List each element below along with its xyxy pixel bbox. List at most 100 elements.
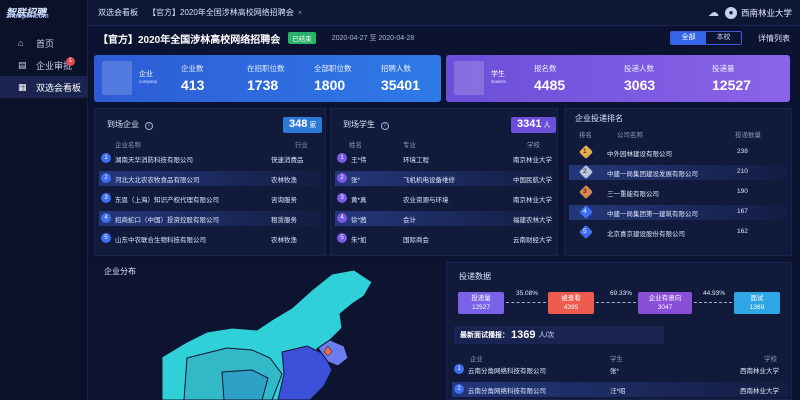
table-row[interactable]: 2 河北大北农农牧食品有限公司 农林牧渔 bbox=[99, 171, 321, 186]
company-name: 中建一局集团建设发展有限公司 bbox=[607, 171, 698, 178]
student-name: 王*伟 bbox=[351, 157, 367, 164]
table-row[interactable]: 1 云南分角网络科技有限公司 张* 西南林业大学 bbox=[452, 362, 788, 377]
funnel-step-interview[interactable]: 面试 1369 bbox=[734, 292, 780, 314]
user-name[interactable]: 西南林业大学 bbox=[741, 7, 792, 19]
tab-label: 【官方】2020年全国涉林高校网络招聘会 bbox=[148, 8, 294, 17]
latest-label: 最新面试播报： bbox=[460, 332, 509, 339]
close-icon[interactable]: × bbox=[298, 8, 303, 17]
col-header: 企业名称 bbox=[115, 142, 141, 149]
stat-label: 在招职位数 bbox=[247, 64, 285, 73]
conversion-rate: 44.93% bbox=[703, 290, 726, 297]
page-header: 【官方】2020年全国涉林高校网络招聘会 已结束 2020-04-27 至 20… bbox=[92, 28, 796, 48]
sidebar-item-dashboard[interactable]: ▦ 双选会看板 bbox=[0, 76, 88, 98]
scope-school-button[interactable]: 本校 bbox=[706, 32, 741, 44]
table-row[interactable]: 4 中建一局集团第一建筑有限公司 167 bbox=[569, 204, 787, 220]
industry: 快速消费品 bbox=[271, 157, 304, 164]
tab-label: 双选会看板 bbox=[98, 8, 138, 17]
delivery-count: 238 bbox=[737, 148, 748, 155]
student-name: 汪*昭 bbox=[610, 388, 626, 395]
industry: 农林牧渔 bbox=[271, 177, 297, 184]
student-name: 徐*茜 bbox=[351, 217, 367, 224]
dashboard-icon: ▦ bbox=[18, 81, 27, 92]
delivery-ranking-panel: 企业投递排名 排名 公司名称 投递数量 1 中外园林建设有限公司 238 2 中建一局… bbox=[564, 108, 792, 256]
table-row[interactable]: 3 三一重能有限公司 190 bbox=[569, 184, 787, 200]
company-name: 湖南天华消防科技有限公司 bbox=[115, 157, 193, 164]
scope-all-button[interactable]: 全部 bbox=[671, 32, 706, 44]
stat-value: 4485 bbox=[534, 77, 566, 93]
sidebar-item-home[interactable]: ⌂ 首页 bbox=[0, 32, 88, 54]
company-name: 云南分角网络科技有限公司 bbox=[468, 368, 546, 375]
company-name: 中建一局集团第一建筑有限公司 bbox=[607, 211, 698, 218]
topbar: 双选会看板 【官方】2020年全国涉林高校网络招聘会 × ☁ ● 西南林业大学 bbox=[88, 0, 800, 26]
stat-open-positions: 在招职位数 1738 bbox=[247, 63, 285, 93]
panel-title-text: 到场企业 bbox=[107, 120, 139, 129]
logo[interactable]: 智联招聘 zhaopin.com bbox=[6, 4, 84, 24]
major: 飞机机电设备维修 bbox=[403, 177, 455, 184]
row-number: 5 bbox=[101, 233, 111, 243]
funnel-step-viewed[interactable]: 被查看 4395 bbox=[548, 292, 594, 314]
table-row[interactable]: 1 湖南天华消防科技有限公司 快速消费品 bbox=[99, 151, 321, 166]
sidebar-item-label: 首页 bbox=[36, 38, 55, 49]
col-header: 姓名 bbox=[349, 142, 362, 149]
company-name: 云南分角网络科技有限公司 bbox=[468, 388, 546, 395]
table-row[interactable]: 2 云南分角网络科技有限公司 汪*昭 西南林业大学 bbox=[452, 382, 788, 397]
row-number: 2 bbox=[101, 173, 111, 183]
home-icon: ⌂ bbox=[18, 38, 24, 48]
china-map[interactable] bbox=[92, 262, 442, 400]
student-name: 张* bbox=[351, 177, 361, 184]
funnel-label: 投递量 bbox=[471, 295, 491, 302]
info-icon[interactable]: i bbox=[145, 122, 153, 130]
row-number: 2 bbox=[454, 384, 464, 394]
status-badge: 已结束 bbox=[288, 32, 316, 44]
table-row[interactable]: 3 黄*真 农业资源与环境 南京林业大学 bbox=[335, 191, 553, 206]
rank-number: 1 bbox=[583, 148, 587, 155]
table-row[interactable]: 5 山东中农联合生物科技有限公司 农林牧渔 bbox=[99, 231, 321, 246]
table-row[interactable]: 5 北京喜京建设股份有限公司 162 bbox=[569, 224, 787, 240]
table-row[interactable]: 3 东恩（上海）知识产权代理有限公司 咨询服务 bbox=[99, 191, 321, 206]
card-sublabel: company bbox=[139, 79, 158, 84]
funnel-step-applications[interactable]: 投递量 12527 bbox=[458, 292, 504, 314]
sidebar-item-label: 双选会看板 bbox=[36, 82, 82, 93]
count-unit: 家 bbox=[309, 122, 317, 129]
cloud-download-icon[interactable]: ☁ bbox=[708, 6, 719, 19]
stat-company-count: 企业数 413 bbox=[181, 63, 204, 93]
rank-number: 3 bbox=[583, 188, 587, 195]
delivery-count: 210 bbox=[737, 168, 748, 175]
industry: 农林牧渔 bbox=[271, 237, 297, 244]
row-number: 1 bbox=[101, 153, 111, 163]
panel-title: 投递数据 bbox=[459, 272, 491, 281]
table-row[interactable]: 1 中外园林建设有限公司 238 bbox=[569, 144, 787, 160]
logo-sub: zhaopin.com bbox=[6, 13, 49, 20]
stat-registrations: 报名数 4485 bbox=[534, 63, 565, 93]
arrived-students-panel: 到场学生 i 3341 人 姓名 专业 学校 1 王*伟 环境工程 南京林业大学 2 张* 飞… bbox=[330, 108, 558, 256]
school: 西南林业大学 bbox=[740, 368, 779, 375]
table-row[interactable]: 5 朱*如 国际商会 云南财经大学 bbox=[335, 231, 553, 246]
stat-label: 报名数 bbox=[534, 64, 557, 73]
school: 南京林业大学 bbox=[513, 197, 552, 204]
count-value: 348 bbox=[289, 118, 308, 130]
student-stats-card: 学生 student 报名数 4485 投递人数 3063 投递量 12527 bbox=[446, 55, 790, 102]
info-icon[interactable]: i bbox=[381, 122, 389, 130]
detail-list-link[interactable]: 详情列表 bbox=[758, 33, 790, 44]
table-row[interactable]: 4 招商蛇口（中国）投资控股有限公司 租赁服务 bbox=[99, 211, 321, 226]
funnel-step-interested[interactable]: 企业有意向 3047 bbox=[638, 292, 692, 314]
company-name: 北京喜京建设股份有限公司 bbox=[607, 231, 685, 238]
panel-title: 到场企业 i bbox=[107, 119, 153, 130]
table-row[interactable]: 2 张* 飞机机电设备维修 中国民航大学 bbox=[335, 171, 553, 186]
row-number: 4 bbox=[101, 213, 111, 223]
school: 中国民航大学 bbox=[513, 177, 552, 184]
funnel-value: 1369 bbox=[749, 304, 765, 311]
sidebar-item-approval[interactable]: ▤ 企业审批 1 bbox=[0, 54, 88, 76]
page-title: 【官方】2020年全国涉林高校网络招聘会 bbox=[98, 34, 281, 46]
stat-value: 1800 bbox=[314, 77, 346, 93]
table-row[interactable]: 2 中建一局集团建设发展有限公司 210 bbox=[569, 164, 787, 180]
stat-all-positions: 全部职位数 1800 bbox=[314, 63, 352, 93]
col-header: 排名 bbox=[579, 132, 592, 139]
table-row[interactable]: 1 王*伟 环境工程 南京林业大学 bbox=[335, 151, 553, 166]
tab-job-fair[interactable]: 【官方】2020年全国涉林高校网络招聘会 × bbox=[148, 7, 302, 18]
tab-dashboard[interactable]: 双选会看板 bbox=[98, 7, 138, 18]
company-count-box: 348 家 bbox=[283, 117, 323, 133]
user-icon[interactable]: ● bbox=[724, 6, 737, 19]
table-row[interactable]: 4 徐*茜 会计 福建农林大学 bbox=[335, 211, 553, 226]
company-name: 河北大北农农牧食品有限公司 bbox=[115, 177, 200, 184]
